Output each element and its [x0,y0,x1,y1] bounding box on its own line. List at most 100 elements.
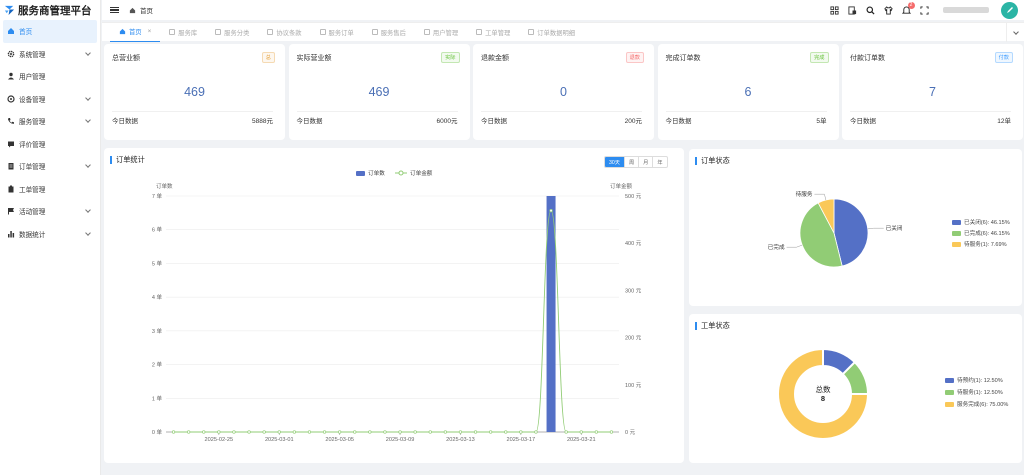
line-point[interactable] [443,430,448,434]
tabs-dropdown-icon[interactable] [1006,23,1024,42]
home-icon [7,27,15,35]
line-point[interactable] [171,430,176,434]
sidebar-item-label: 服务管理 [19,119,46,127]
line-point[interactable] [202,430,206,434]
line-point[interactable] [594,430,599,434]
sidebar-item-3[interactable]: 设备管理 [0,88,100,111]
sidebar-item-2[interactable]: 用户管理 [0,65,100,88]
sidebar-item-1[interactable]: 系统管理 [0,43,100,66]
line-point[interactable] [247,430,251,434]
legend-item[interactable]: 待服务(1): 12.50% [945,388,1003,396]
tab-label: 用户管理 [432,29,459,37]
document-lock-icon[interactable] [847,5,857,15]
line-point[interactable] [473,430,478,434]
legend-item[interactable]: 已完成(6): 46.15% [952,229,1010,237]
tab-2[interactable]: 服务分类 [206,23,258,42]
card-tag: 退款 [625,52,644,63]
line-order-amount [173,210,612,433]
sidebar-item-label: 设备管理 [19,96,46,104]
legend-item[interactable]: 待预约(1): 12.50% [945,376,1003,384]
tab-8[interactable]: 订单数据明细 [519,23,584,42]
line-point[interactable] [368,430,372,434]
line-point[interactable] [428,430,432,434]
search-icon[interactable] [865,5,875,15]
breadcrumb-current: 首页 [140,8,153,15]
line-point[interactable] [489,430,493,434]
legend-item[interactable]: 服务完成(6): 75.00% [945,400,1008,408]
line-point[interactable] [186,430,191,434]
tab-label: 服务售后 [380,29,406,37]
bell-icon[interactable]: 2 [901,1,915,15]
card-foot-label: 今日数据 [112,118,138,125]
line-point[interactable] [292,430,297,434]
sidebar-item-9[interactable]: 数据统计 [0,223,100,246]
card-title: 付款订单数 [850,55,885,62]
line-point[interactable] [413,430,417,434]
tab-3[interactable]: 协议条款 [258,23,310,42]
grid-icon[interactable] [829,5,839,15]
line-point[interactable] [307,430,312,434]
line-point[interactable] [609,430,614,434]
line-point[interactable] [232,430,236,434]
line-point[interactable] [262,430,266,434]
legend-item[interactable]: 待服务(1): 7.69% [952,240,1007,248]
line-point[interactable] [277,430,281,434]
tab-icon [215,29,222,35]
app-title: 服务商管理平台 [18,4,92,17]
line-point[interactable] [564,430,568,434]
sidebar-item-0[interactable]: 首页 [3,20,97,43]
order-stats-chart: 订单数 订单金额 0 单 1 单 2 单 3 单 4 单 5 单 6 单 7 单 0 元 100 元 2… [152,182,642,443]
line-point[interactable] [519,430,523,434]
line-point[interactable] [534,430,538,434]
username-blurred[interactable] [943,7,989,13]
sidebar-item-8[interactable]: 活动管理 [0,200,100,223]
sidebar-item-label: 工单管理 [19,186,46,194]
phone-icon [7,117,15,125]
line-point[interactable] [504,430,508,434]
legend-swatch [945,389,954,395]
card-foot-label: 今日数据 [850,118,876,125]
legend-label: 已完成(6): 46.15% [964,231,1010,237]
sidebar-item-4[interactable]: 服务管理 [0,110,100,133]
tab-4[interactable]: 服务订单 [311,23,363,42]
menu-toggle-icon[interactable] [110,5,119,14]
donut-center-value: 8 [821,394,825,403]
line-point[interactable] [322,430,327,434]
x-tick-label: 2025-03-17 [507,437,536,443]
card-tag: 总 [261,52,275,63]
line-point[interactable] [458,430,463,434]
home-icon[interactable] [129,7,136,14]
card-footer: 今日数据 6000元 [296,111,458,125]
x-tick-label: 2025-03-05 [325,437,354,443]
sidebar-item-6[interactable]: 订单管理 [0,155,100,178]
sidebar-item-5[interactable]: 评价管理 [0,133,100,156]
line-point[interactable] [579,430,583,434]
tab-icon [169,29,176,35]
y-axis-label: 订单数 [156,182,173,190]
chevron-down-icon [85,162,91,168]
tab-7[interactable]: 工单管理 [467,23,519,42]
line-point[interactable] [398,430,402,434]
tab-1[interactable]: 服务库 [160,23,206,42]
tab-0[interactable]: 首页 × [110,23,161,42]
line-point[interactable] [217,430,221,434]
sidebar-item-label: 活动管理 [19,209,46,217]
card-foot-value: 5单 [816,118,827,125]
legend-item[interactable]: 已关闭(6): 46.15% [952,218,1010,226]
card-foot-value: 6000元 [436,118,458,125]
line-point[interactable] [337,430,342,434]
bar-chart-icon [7,230,15,238]
close-icon[interactable]: × [148,28,152,35]
avatar[interactable] [1001,1,1018,19]
line-point[interactable] [353,430,357,434]
shirt-icon[interactable] [883,5,893,15]
x-tick-label: 2025-03-21 [567,437,596,443]
fullscreen-icon[interactable] [919,5,929,15]
card-value: 469 [368,85,390,99]
tab-6[interactable]: 用户管理 [415,23,467,42]
header-actions: 2 [825,0,1024,20]
sidebar-item-7[interactable]: 工单管理 [0,178,100,201]
line-point[interactable] [549,208,553,213]
tab-5[interactable]: 服务售后 [363,23,415,42]
line-point[interactable] [383,430,387,434]
